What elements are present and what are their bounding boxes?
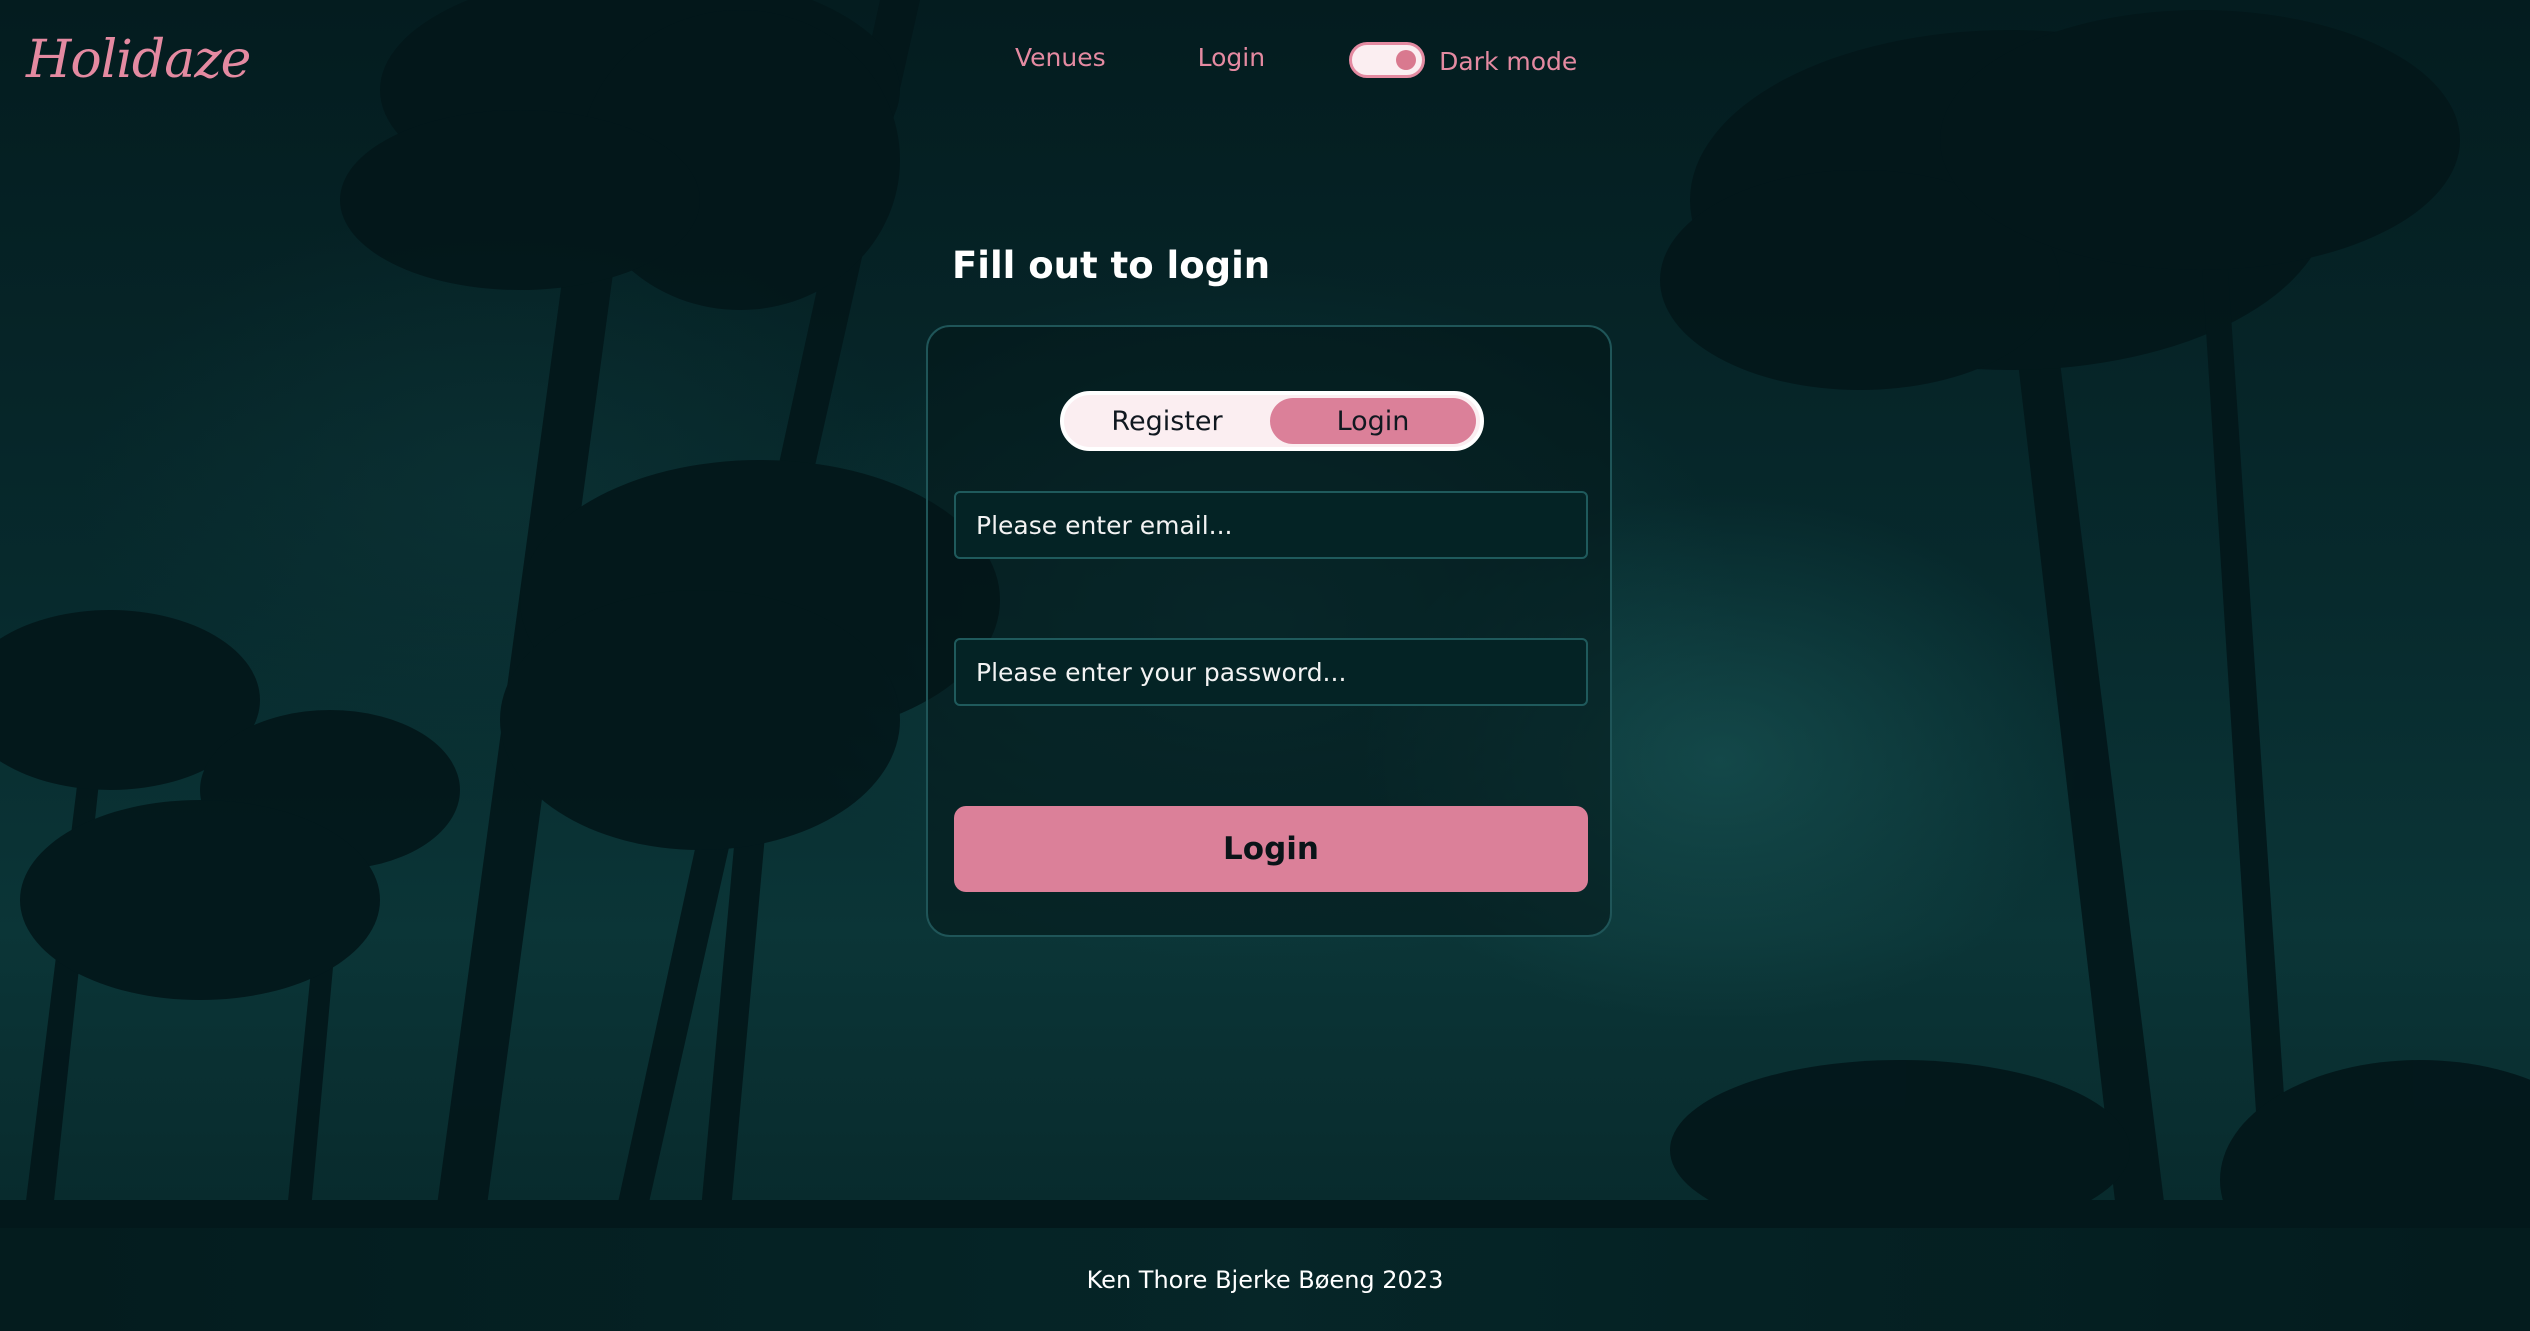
dark-mode-label: Dark mode xyxy=(1439,46,1578,76)
login-card: Register Login Login xyxy=(926,325,1612,937)
page-title: Fill out to login xyxy=(952,244,1271,287)
toggle-knob xyxy=(1396,50,1417,70)
footer-credit: Ken Thore Bjerke Bøeng 2023 xyxy=(1086,1265,1444,1294)
footer: Ken Thore Bjerke Bøeng 2023 xyxy=(0,1228,2530,1331)
password-input[interactable] xyxy=(954,638,1588,706)
login-submit-button[interactable]: Login xyxy=(954,806,1588,892)
nav-link-login[interactable]: Login xyxy=(1198,43,1265,72)
dark-mode-toggle[interactable] xyxy=(1349,42,1426,78)
tab-register[interactable]: Register xyxy=(1064,398,1270,444)
main-nav: Venues Login Dark mode xyxy=(1015,36,1577,78)
auth-mode-switch: Register Login xyxy=(1060,391,1484,451)
nav-link-venues[interactable]: Venues xyxy=(1015,43,1106,72)
email-input[interactable] xyxy=(954,491,1588,559)
tab-login[interactable]: Login xyxy=(1270,398,1476,444)
holidaze-logo[interactable]: Holidaze xyxy=(26,30,251,100)
